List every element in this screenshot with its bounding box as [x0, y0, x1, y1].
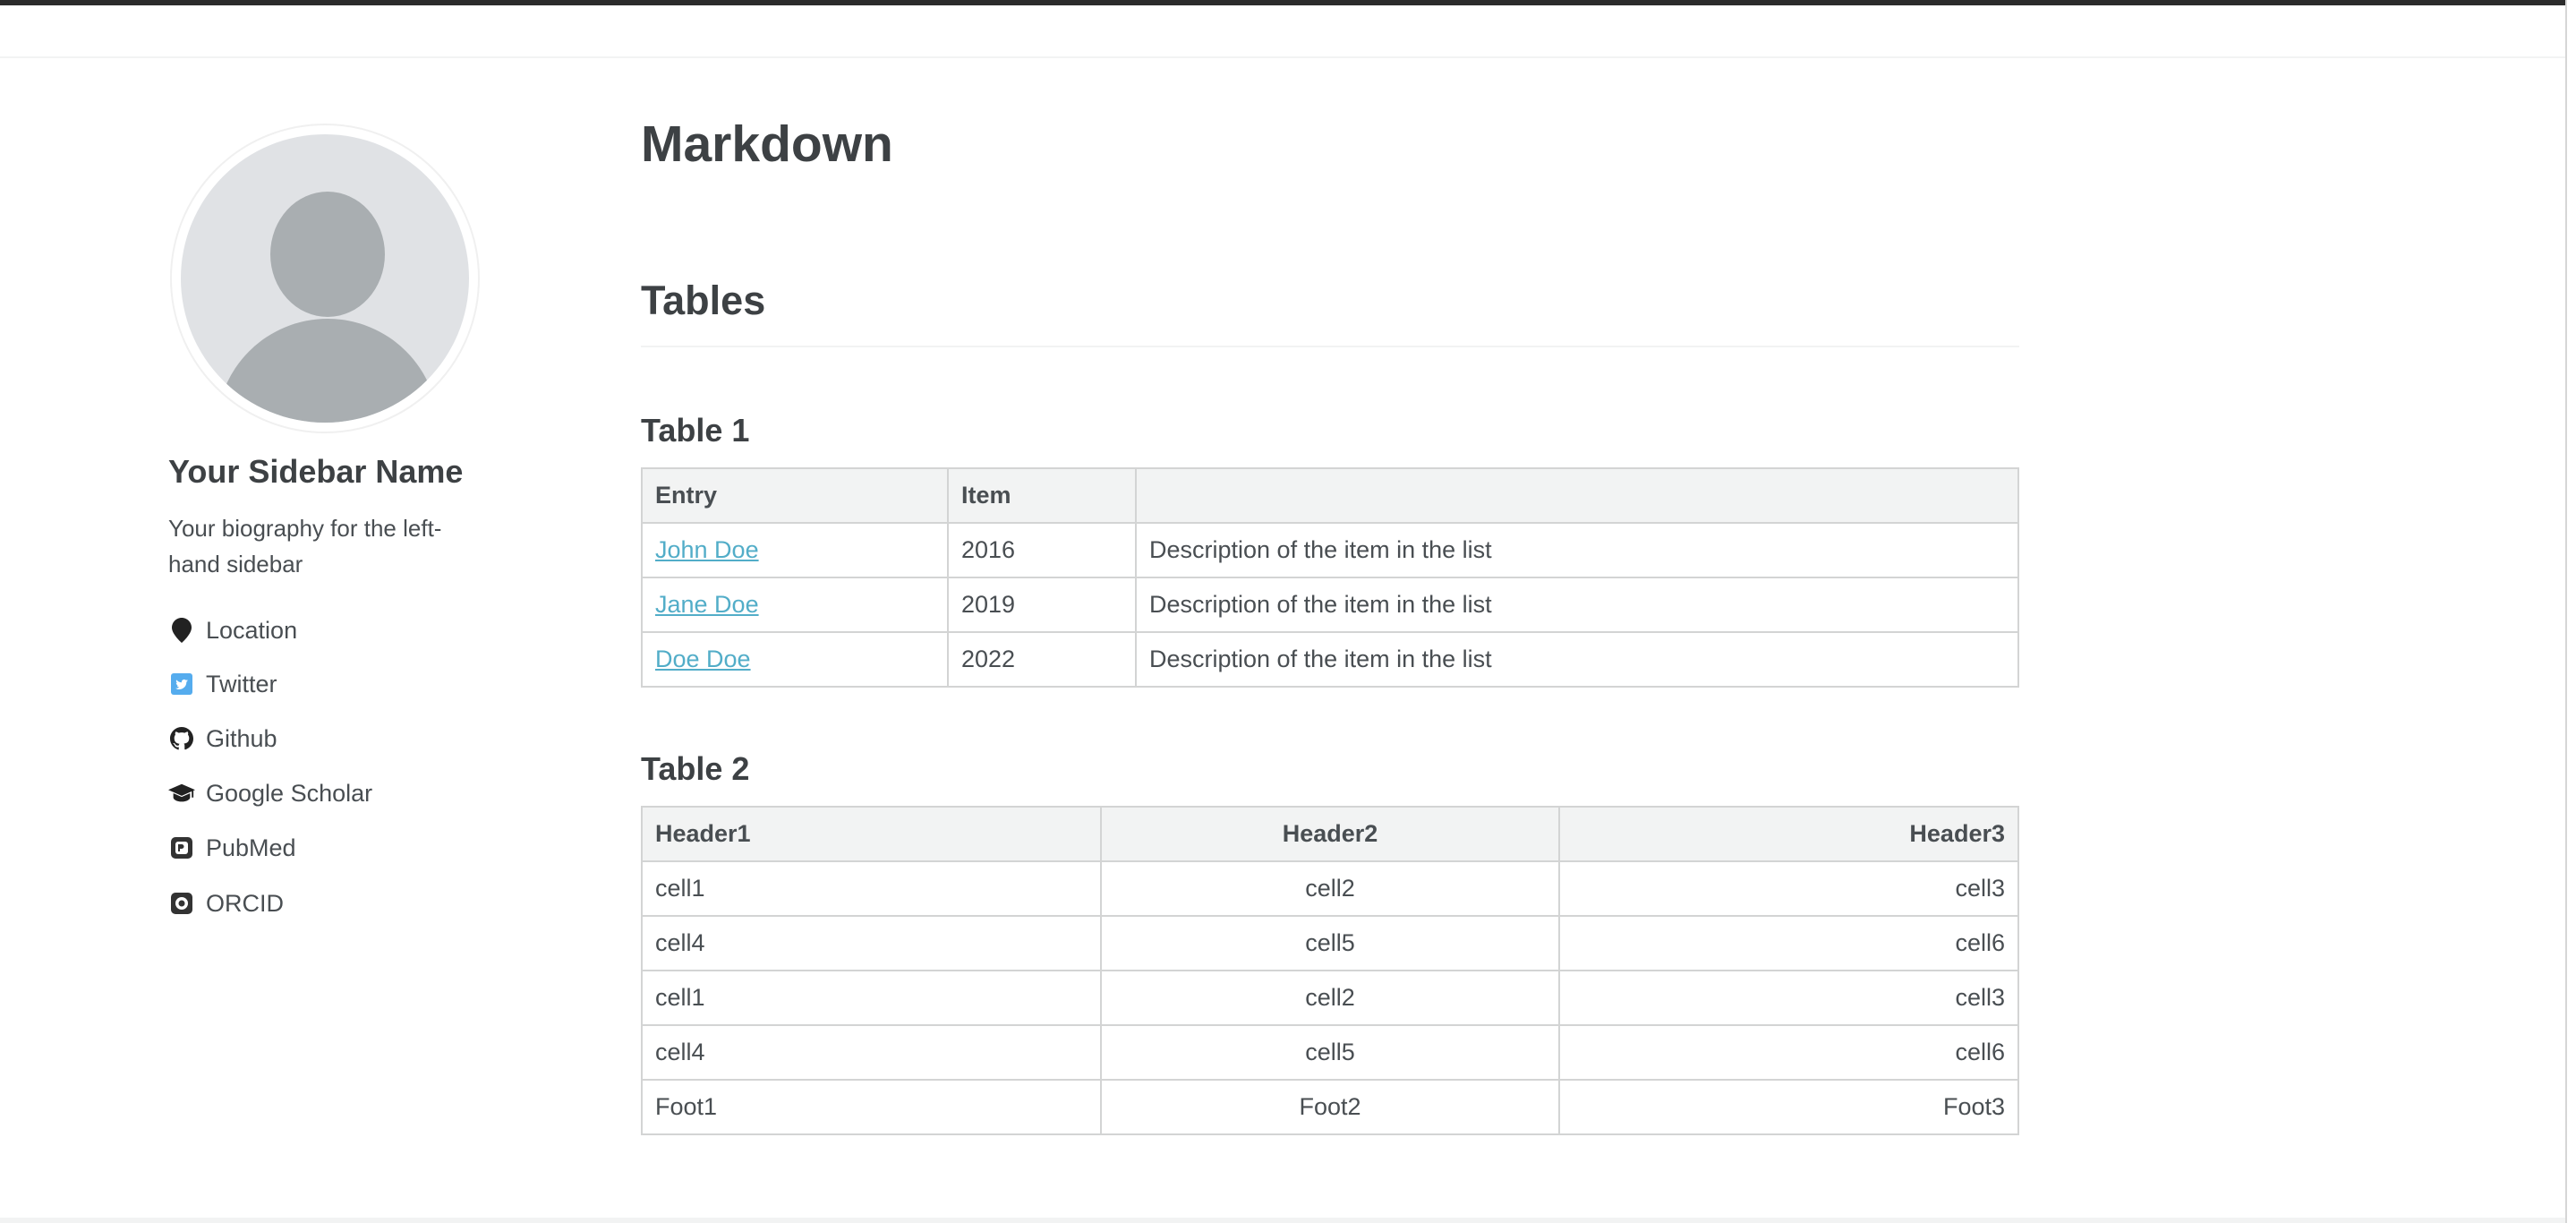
page-bottom-edge — [0, 1218, 2565, 1223]
table-cell: cell5 — [1100, 915, 1560, 971]
twitter-icon — [168, 671, 195, 697]
table-cell: cell3 — [1558, 860, 2019, 917]
table-cell: cell1 — [641, 970, 1102, 1026]
table-cell: cell1 — [641, 860, 1102, 917]
entry-link[interactable]: Doe Doe — [655, 646, 751, 672]
table-header-row: Entry Item — [641, 467, 2019, 524]
table-row: cell4 cell5 cell6 — [641, 915, 2019, 971]
table-cell: cell3 — [1558, 970, 2019, 1026]
table-row: cell1 cell2 cell3 — [641, 860, 2019, 917]
sidebar-link-label: Location — [206, 616, 298, 644]
table-row: Jane Doe 2019 Description of the item in… — [641, 577, 2019, 633]
table-cell: cell6 — [1558, 915, 2019, 971]
sidebar-link-pubmed[interactable]: PubMed — [168, 830, 296, 866]
table-cell: cell5 — [1100, 1024, 1560, 1081]
sidebar-link-label: Twitter — [206, 670, 277, 697]
sidebar-link-github[interactable]: Github — [168, 721, 277, 757]
table1-title: Table 1 — [641, 412, 750, 449]
map-marker-icon — [168, 617, 195, 644]
table-footer-row: Foot1 Foot2 Foot3 — [641, 1079, 2019, 1135]
pubmed-icon — [168, 834, 195, 861]
sidebar-link-label: PubMed — [206, 834, 296, 861]
table-header-cell: Header1 — [641, 806, 1102, 862]
sidebar-link-twitter[interactable]: Twitter — [168, 666, 277, 702]
page-title: Markdown — [641, 115, 893, 173]
table-2: Header1 Header2 Header3 cell1 cell2 cell… — [641, 806, 2019, 1135]
table-footer-cell: Foot3 — [1558, 1079, 2019, 1135]
sidebar-link-orcid[interactable]: ORCID — [168, 885, 284, 921]
default-avatar-icon — [181, 134, 469, 423]
table-row: Doe Doe 2022 Description of the item in … — [641, 631, 2019, 688]
sidebar-link-label: Google Scholar — [206, 779, 373, 807]
sidebar-link-location: Location — [168, 612, 297, 648]
table-cell: Jane Doe — [641, 577, 949, 633]
table-header-cell: Header3 — [1558, 806, 2019, 862]
section-title: Tables — [641, 278, 766, 323]
table-cell: 2019 — [947, 577, 1137, 633]
table-cell: John Doe — [641, 522, 949, 578]
table-cell: cell4 — [641, 915, 1102, 971]
table-row: John Doe 2016 Description of the item in… — [641, 522, 2019, 578]
entry-link[interactable]: John Doe — [655, 536, 759, 563]
table-cell: cell6 — [1558, 1024, 2019, 1081]
table-1: Entry Item John Doe 2016 Description of … — [641, 467, 2019, 688]
table-header-row: Header1 Header2 Header3 — [641, 806, 2019, 862]
table-cell: Doe Doe — [641, 631, 949, 688]
graduation-cap-icon — [168, 780, 195, 807]
table-row: cell4 cell5 cell6 — [641, 1024, 2019, 1081]
table-cell: 2022 — [947, 631, 1137, 688]
table2-title: Table 2 — [641, 750, 750, 787]
github-icon — [168, 725, 195, 752]
entry-link[interactable]: Jane Doe — [655, 591, 759, 618]
table-header-cell: Item — [947, 467, 1137, 524]
window-scrollbar[interactable] — [2565, 0, 2576, 1223]
sidebar-name: Your Sidebar Name — [168, 453, 464, 490]
avatar — [170, 124, 480, 433]
orcid-icon — [168, 890, 195, 917]
table-cell: Description of the item in the list — [1135, 577, 2019, 633]
sidebar-bio: Your biography for the left-hand sidebar — [168, 515, 442, 577]
table-cell: Description of the item in the list — [1135, 631, 2019, 688]
table-header-cell: Entry — [641, 467, 949, 524]
table-cell: cell4 — [641, 1024, 1102, 1081]
table-footer-cell: Foot1 — [641, 1079, 1102, 1135]
section-divider — [641, 346, 2019, 347]
sidebar-link-label: ORCID — [206, 889, 284, 917]
table-cell: cell2 — [1100, 860, 1560, 917]
table-cell: cell2 — [1100, 970, 1560, 1026]
sidebar-link-label: Github — [206, 724, 277, 752]
table-footer-cell: Foot2 — [1100, 1079, 1560, 1135]
table-cell: 2016 — [947, 522, 1137, 578]
table-header-cell: Header2 — [1100, 806, 1560, 862]
table-cell: Description of the item in the list — [1135, 522, 2019, 578]
table-row: cell1 cell2 cell3 — [641, 970, 2019, 1026]
table-header-cell — [1135, 467, 2019, 524]
masthead — [0, 5, 2576, 58]
sidebar-link-google-scholar[interactable]: Google Scholar — [168, 775, 372, 811]
